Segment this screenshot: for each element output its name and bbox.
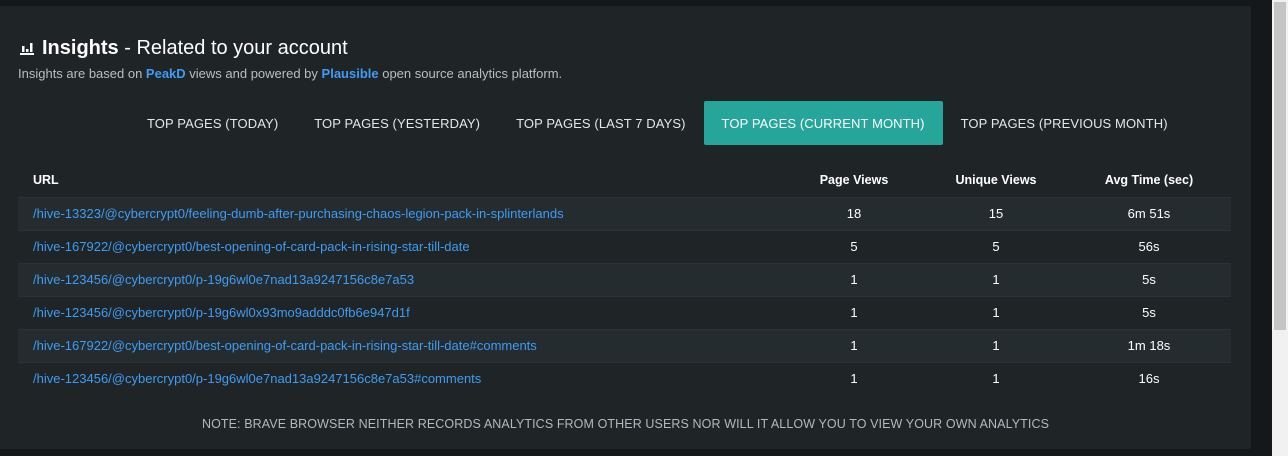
insights-header: Insights - Related to your account Insig… <box>18 34 562 82</box>
unique-views-value: 1 <box>925 295 1067 329</box>
period-tabs: TOP PAGES (TODAY) TOP PAGES (YESTERDAY) … <box>129 101 1186 145</box>
top-pages-table: URL Page Views Unique Views Avg Time (se… <box>18 164 1231 395</box>
column-header-avg-time: Avg Time (sec) <box>1067 164 1231 198</box>
page-url-link[interactable]: /hive-167922/@cybercrypt0/best-opening-o… <box>18 328 783 362</box>
title-bold: Insights <box>42 36 119 59</box>
tab-previous-month[interactable]: TOP PAGES (PREVIOUS MONTH) <box>943 101 1186 145</box>
peakd-link[interactable]: PeakD <box>146 66 186 81</box>
insights-card: Insights - Related to your account Insig… <box>0 6 1251 449</box>
unique-views-value: 1 <box>925 262 1067 296</box>
table-row: /hive-13323/@cybercrypt0/feeling-dumb-af… <box>18 196 1231 230</box>
unique-views-value: 5 <box>925 229 1067 263</box>
page-views-value: 1 <box>783 262 925 296</box>
subtitle: Insights are based on PeakD views and po… <box>18 66 562 81</box>
avg-time-value: 5s <box>1067 295 1231 329</box>
page-title: Insights - Related to your account <box>18 34 562 62</box>
page-views-value: 1 <box>783 295 925 329</box>
table-header-row: URL Page Views Unique Views Avg Time (se… <box>18 164 1231 198</box>
unique-views-value: 1 <box>925 361 1067 395</box>
column-header-unique-views: Unique Views <box>925 164 1067 198</box>
column-header-page-views: Page Views <box>783 164 925 198</box>
scrollbar-thumb[interactable] <box>1274 2 1286 330</box>
table-row: /hive-167922/@cybercrypt0/best-opening-o… <box>18 229 1231 263</box>
tab-last-7-days[interactable]: TOP PAGES (LAST 7 DAYS) <box>498 101 703 145</box>
page-scrollbar[interactable] <box>1272 0 1288 456</box>
page-url-link[interactable]: /hive-13323/@cybercrypt0/feeling-dumb-af… <box>18 196 783 230</box>
page: Insights - Related to your account Insig… <box>0 0 1288 456</box>
page-views-value: 18 <box>783 196 925 230</box>
bar-chart-icon <box>20 43 34 55</box>
table-row: /hive-123456/@cybercrypt0/p-19g6wl0e7nad… <box>18 361 1231 395</box>
subtitle-post: open source analytics platform. <box>378 66 563 81</box>
page-views-value: 1 <box>783 328 925 362</box>
avg-time-value: 16s <box>1067 361 1231 395</box>
page-views-value: 5 <box>783 229 925 263</box>
plausible-link[interactable]: Plausible <box>322 66 379 81</box>
table-row: /hive-123456/@cybercrypt0/p-19g6wl0x93mo… <box>18 295 1231 329</box>
tab-current-month[interactable]: TOP PAGES (CURRENT MONTH) <box>703 101 943 145</box>
avg-time-value: 5s <box>1067 262 1231 296</box>
tab-today[interactable]: TOP PAGES (TODAY) <box>129 101 296 145</box>
analytics-note: NOTE: BRAVE BROWSER NEITHER RECORDS ANAL… <box>201 417 1050 431</box>
page-url-link[interactable]: /hive-123456/@cybercrypt0/p-19g6wl0e7nad… <box>18 262 783 296</box>
page-url-link[interactable]: /hive-123456/@cybercrypt0/p-19g6wl0e7nad… <box>18 361 783 395</box>
tab-yesterday[interactable]: TOP PAGES (YESTERDAY) <box>296 101 498 145</box>
avg-time-value: 1m 18s <box>1067 328 1231 362</box>
unique-views-value: 1 <box>925 328 1067 362</box>
subtitle-pre: Insights are based on <box>18 66 146 81</box>
avg-time-value: 6m 51s <box>1067 196 1231 230</box>
subtitle-mid: views and powered by <box>185 66 322 81</box>
column-header-url: URL <box>18 164 783 198</box>
page-url-link[interactable]: /hive-123456/@cybercrypt0/p-19g6wl0x93mo… <box>18 295 783 329</box>
title-rest: - Related to your account <box>118 36 348 59</box>
page-views-value: 1 <box>783 361 925 395</box>
table-row: /hive-167922/@cybercrypt0/best-opening-o… <box>18 328 1231 362</box>
unique-views-value: 15 <box>925 196 1067 230</box>
avg-time-value: 56s <box>1067 229 1231 263</box>
table-row: /hive-123456/@cybercrypt0/p-19g6wl0e7nad… <box>18 262 1231 296</box>
page-url-link[interactable]: /hive-167922/@cybercrypt0/best-opening-o… <box>18 229 783 263</box>
